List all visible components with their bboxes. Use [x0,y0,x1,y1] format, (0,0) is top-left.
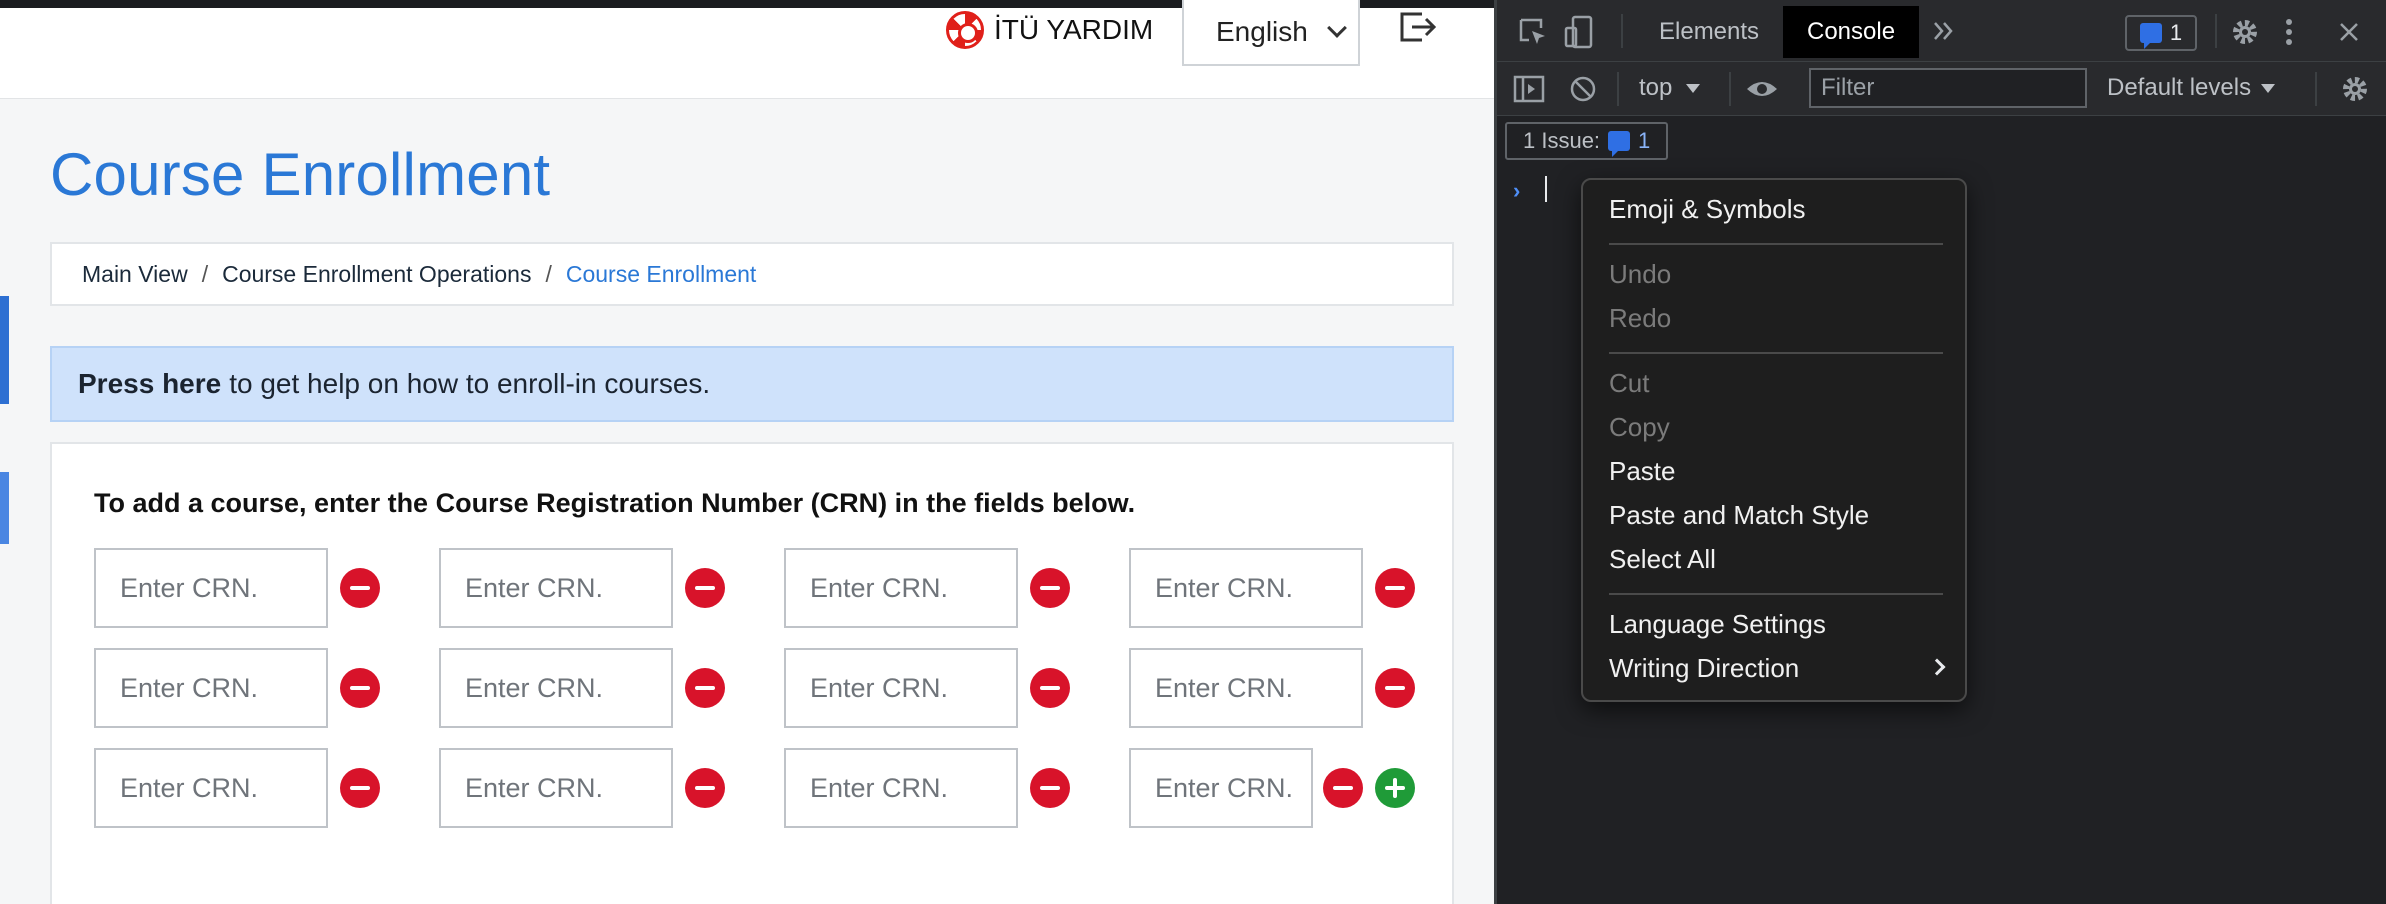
issues-chip[interactable]: 1 Issue: 1 [1505,122,1669,160]
crn-input[interactable] [94,748,328,828]
issues-count: 1 [1638,128,1651,153]
console-prompt-chevron-icon: › [1513,178,1521,203]
remove-crn-button[interactable] [340,768,380,808]
help-link[interactable]: İTÜ YARDIM [946,8,1153,52]
remove-crn-button[interactable] [1375,668,1415,708]
course-enrollment-page: İTÜ YARDIM English Course Enrollment Mai… [0,0,1494,904]
more-tabs-icon[interactable] [1931,20,1957,42]
remove-crn-button[interactable] [1030,668,1070,708]
chevron-down-icon [1327,18,1347,38]
menu-divider [1609,352,1943,354]
lifebuoy-icon [946,11,984,49]
inspect-element-icon[interactable] [1517,16,1549,48]
toolbar-divider [1617,72,1619,106]
sidebar-toggle-icon[interactable] [1513,75,1545,103]
crn-input[interactable] [784,548,1018,628]
menu-item-writing-direction[interactable]: Writing Direction [1609,653,1946,687]
toolbar-divider [1621,14,1623,48]
menu-item-copy: Copy [1609,412,1670,442]
chevron-right-icon [1928,658,1946,676]
language-select[interactable]: English [1182,0,1360,66]
menu-divider [1609,243,1943,245]
add-crn-button[interactable] [1375,768,1415,808]
toolbar-divider [2215,14,2217,48]
crn-instructions: To add a course, enter the Course Regist… [94,488,1136,518]
devtools-panel: Elements Console 1 top Filter Default le… [1494,0,2386,904]
context-menu: Emoji & Symbols Undo Redo Cut Copy Paste Paste… [1581,178,1967,702]
message-icon [1608,131,1631,157]
issues-badge[interactable]: 1 [2125,15,2197,51]
help-alert-link[interactable]: Press here [78,368,221,400]
crn-entry-card: To add a course, enter the Course Regist… [50,442,1454,904]
remove-crn-button[interactable] [1030,768,1070,808]
issues-label: 1 Issue: [1523,128,1601,153]
remove-crn-button[interactable] [1375,568,1415,608]
tab-elements[interactable]: Elements [1635,6,1783,58]
remove-crn-button[interactable] [685,668,725,708]
context-value: top [1639,74,1673,101]
message-icon [2139,23,2162,49]
language-value: English [1216,16,1308,47]
page-title: Course Enrollment [50,141,551,208]
kebab-menu-icon[interactable] [2283,16,2295,48]
crn-input[interactable] [1129,648,1363,728]
remove-crn-button[interactable] [340,668,380,708]
menu-item-language-settings[interactable]: Language Settings [1609,609,1943,643]
crn-input[interactable] [439,648,673,728]
devtools-main-toolbar: Elements Console 1 [1497,0,2386,62]
help-alert-text: to get help on how to enroll-in courses. [229,368,711,399]
breadcrumb-item-enrollment-operations[interactable]: Course Enrollment Operations [222,261,531,288]
remove-crn-button[interactable] [1030,568,1070,608]
remove-crn-button[interactable] [1323,768,1363,808]
console-toolbar: top Default levels [1497,62,2386,116]
close-icon[interactable] [2337,20,2361,44]
breadcrumb-separator: / [201,260,209,287]
toolbar-divider [2315,72,2317,106]
menu-item-redo: Redo [1609,303,1672,333]
menu-item-emoji-symbols[interactable]: Emoji & Symbols [1609,194,1943,228]
crn-input[interactable] [784,648,1018,728]
menu-item-undo: Undo [1609,259,1672,289]
log-levels-value: Default levels [2107,74,2252,101]
crn-input[interactable] [784,748,1018,828]
log-levels-select[interactable]: Default levels [2107,74,2276,102]
crn-input[interactable] [439,548,673,628]
console-filter-input[interactable] [1809,68,2087,108]
menu-item-select-all[interactable]: Select All [1609,544,1943,578]
settings-gear-icon[interactable] [2229,16,2261,48]
crn-input[interactable] [1129,748,1313,828]
crn-input[interactable] [1129,548,1363,628]
toolbar-divider [1729,72,1731,106]
dropdown-arrow-icon [2261,83,2276,93]
eye-icon[interactable] [1745,75,1779,103]
remove-crn-button[interactable] [340,568,380,608]
crn-input[interactable] [439,748,673,828]
console-input-caret[interactable] [1545,176,1547,202]
sidebar-indicator [0,296,9,404]
crn-input[interactable] [94,648,328,728]
help-label: İTÜ YARDIM [994,14,1154,45]
remove-crn-button[interactable] [685,568,725,608]
device-toolbar-icon[interactable] [1563,14,1595,50]
sidebar-indicator [0,472,9,544]
tab-console[interactable]: Console [1783,6,1920,58]
breadcrumb-separator: / [545,260,552,287]
context-select[interactable]: top [1639,74,1701,102]
help-alert: Press here to get help on how to enroll-… [50,346,1454,422]
breadcrumb-item-main-view[interactable]: Main View [82,261,188,288]
dropdown-arrow-icon [1686,83,1701,93]
menu-item-cut: Cut [1609,368,1650,398]
menu-item-paste-and-match-style[interactable]: Paste and Match Style [1609,500,1943,534]
logout-icon[interactable] [1398,10,1438,44]
clear-console-icon[interactable] [1569,75,1597,103]
crn-input[interactable] [94,548,328,628]
menu-item-paste[interactable]: Paste [1609,456,1943,490]
console-settings-gear-icon[interactable] [2339,73,2371,105]
breadcrumb-item-current: Course Enrollment [565,260,757,287]
remove-crn-button[interactable] [685,768,725,808]
breadcrumb: Main View / Course Enrollment Operations… [50,242,1454,306]
menu-divider [1609,593,1943,595]
issues-badge-count: 1 [2169,20,2183,45]
